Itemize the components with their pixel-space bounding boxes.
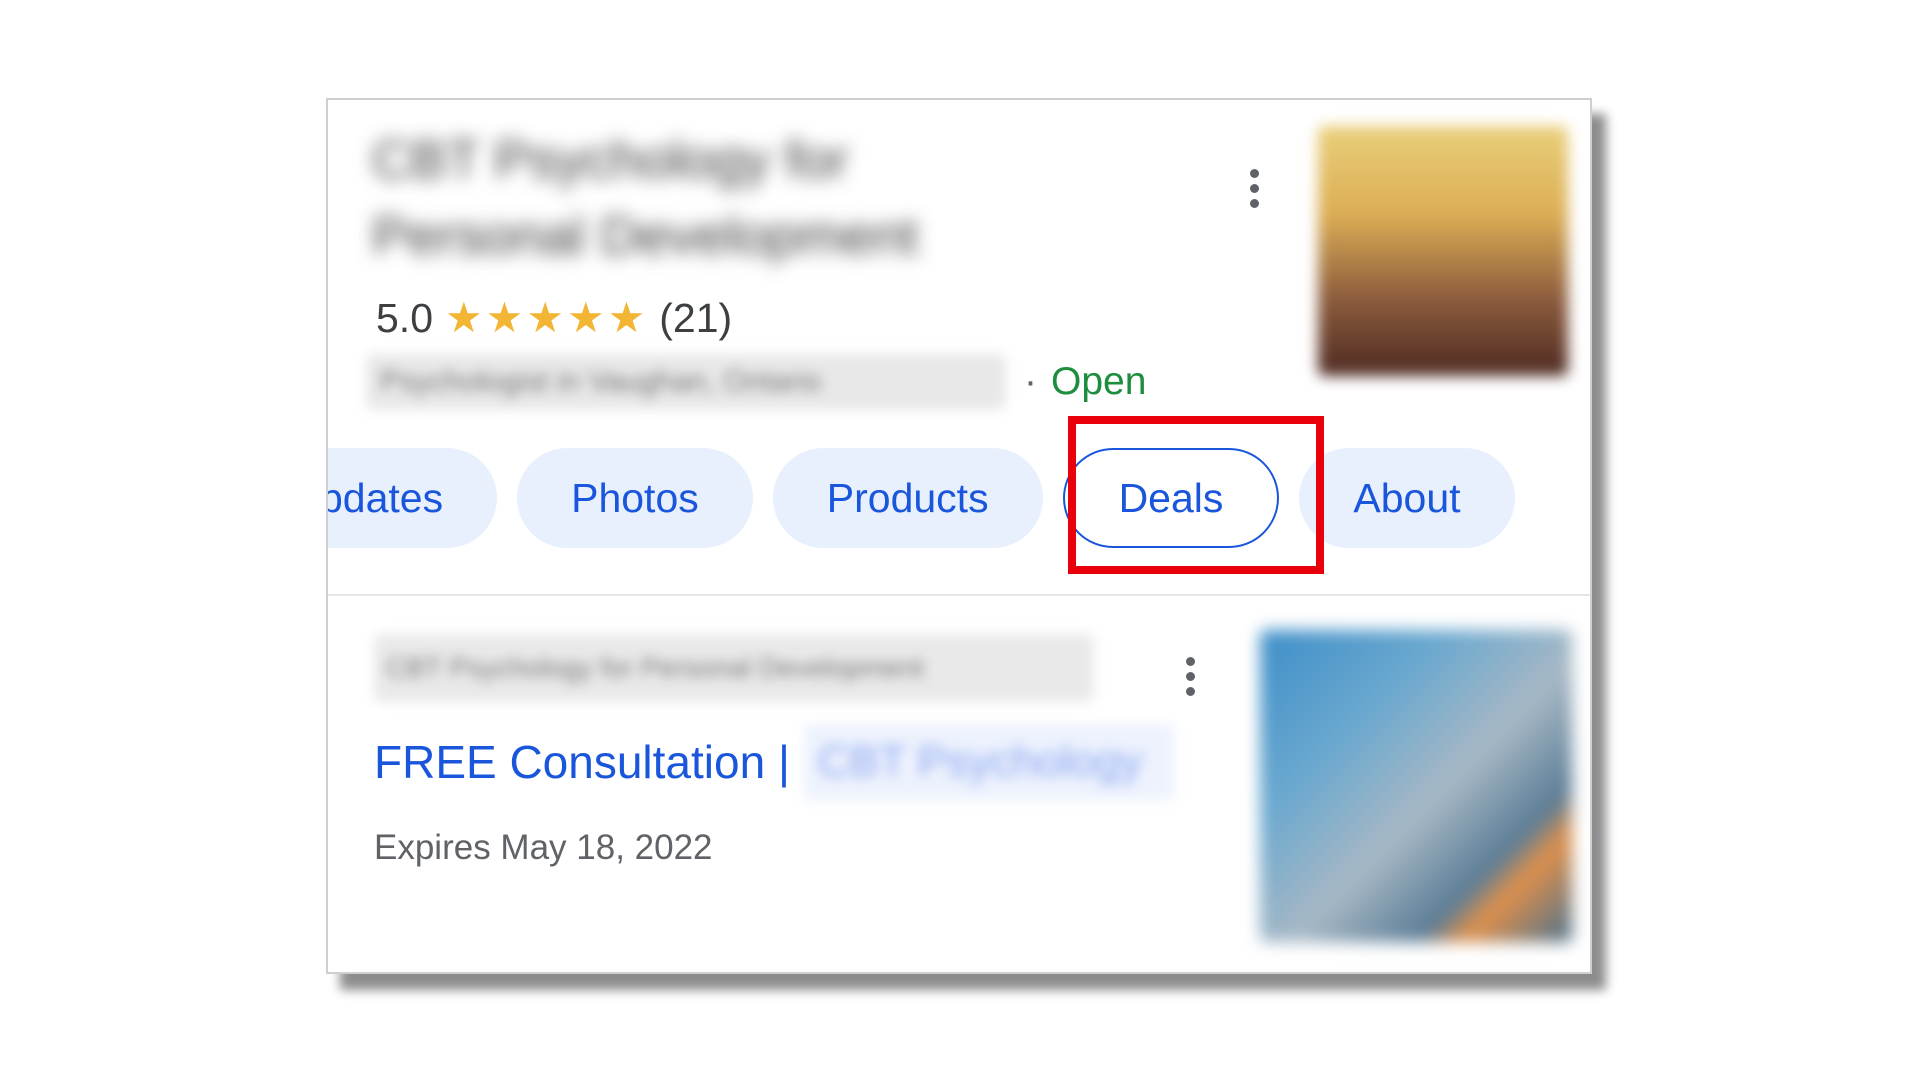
deal-expiry: Expires May 18, 2022 <box>374 828 713 867</box>
divider <box>328 594 1590 596</box>
dot <box>1249 183 1259 193</box>
dot <box>1249 168 1259 178</box>
star-rating: ★ ★ ★ ★ ★ <box>445 297 645 339</box>
star-icon: ★ <box>607 294 646 341</box>
rating-row: 5.0 ★ ★ ★ ★ ★ (21) <box>376 290 732 346</box>
screenshot-stage: CBT Psychology for Personal Development … <box>0 0 1920 1080</box>
tab-about[interactable]: About <box>1299 448 1515 548</box>
rating-value: 5.0 <box>376 294 433 341</box>
separator-dot: · <box>1024 360 1037 403</box>
tab-photos[interactable]: Photos <box>517 448 753 548</box>
business-photo-thumbnail[interactable] <box>1318 126 1568 376</box>
more-vert-icon[interactable] <box>1176 648 1204 704</box>
star-icon: ★ <box>526 294 564 341</box>
dot <box>1249 198 1259 208</box>
business-category: Psychologist in Vaughan, Ontario <box>366 354 1006 410</box>
business-name[interactable]: CBT Psychology for Personal Development <box>372 122 1032 282</box>
dot <box>1185 671 1195 681</box>
tab-bar: pdates Photos Products Deals About <box>328 448 1515 548</box>
category-row: Psychologist in Vaughan, Ontario · Open <box>366 352 1146 412</box>
deal-title-link[interactable]: FREE Consultation | CBT Psychology <box>374 722 1174 802</box>
deal-title[interactable]: FREE Consultation | <box>374 735 790 789</box>
tab-deals[interactable]: Deals <box>1062 448 1280 548</box>
star-icon: ★ <box>485 294 524 341</box>
dot <box>1185 686 1195 696</box>
more-vert-icon[interactable] <box>1240 160 1268 216</box>
deal-title-suffix[interactable]: CBT Psychology <box>803 724 1174 800</box>
review-count[interactable]: (21) <box>659 295 732 342</box>
star-icon: ★ <box>445 294 483 341</box>
tab-products[interactable]: Products <box>772 448 1043 548</box>
dot <box>1185 656 1195 666</box>
deal-source: CBT Psychology for Personal Development <box>374 634 1094 702</box>
star-icon: ★ <box>566 294 605 341</box>
open-status: Open <box>1051 360 1147 403</box>
business-card: CBT Psychology for Personal Development … <box>326 98 1592 974</box>
tab-updates[interactable]: pdates <box>328 448 498 548</box>
deal-image-thumbnail[interactable] <box>1260 630 1572 942</box>
